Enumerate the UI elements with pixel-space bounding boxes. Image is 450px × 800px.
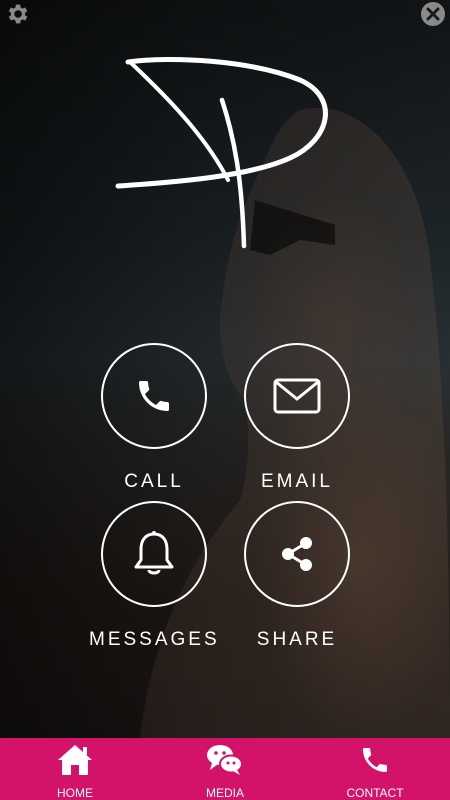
- envelope-icon: [273, 378, 321, 414]
- settings-button[interactable]: [0, 0, 34, 28]
- tab-contact[interactable]: CONTACT: [300, 738, 450, 800]
- tab-home-label: HOME: [57, 786, 93, 800]
- email-action[interactable]: EMAIL: [232, 343, 362, 493]
- share-button[interactable]: [244, 501, 350, 607]
- tab-contact-label: CONTACT: [346, 786, 404, 800]
- phone-icon: [139, 381, 169, 411]
- email-label: EMAIL: [260, 471, 334, 492]
- tab-media-label: MEDIA: [205, 786, 244, 800]
- brand-logo: [115, 56, 328, 249]
- messages-action[interactable]: MESSAGES: [89, 501, 219, 651]
- chat-bubbles-icon: [207, 745, 243, 775]
- bell-icon: [134, 531, 174, 575]
- bottom-tab-bar: HOME MEDIA CONTACT: [0, 738, 450, 800]
- call-action[interactable]: CALL: [89, 343, 219, 493]
- call-label: CALL: [124, 471, 184, 492]
- close-icon: [421, 2, 445, 26]
- email-button[interactable]: [244, 343, 350, 449]
- messages-label: MESSAGES: [89, 629, 220, 650]
- tab-home[interactable]: HOME: [0, 738, 150, 800]
- close-button[interactable]: [416, 0, 450, 28]
- share-icon: [282, 537, 312, 571]
- call-button[interactable]: [101, 343, 207, 449]
- messages-button[interactable]: [101, 501, 207, 607]
- phone-icon: [363, 748, 387, 772]
- tab-media[interactable]: MEDIA: [150, 738, 300, 800]
- share-label: SHARE: [256, 629, 338, 650]
- gear-icon: [8, 4, 28, 24]
- share-action[interactable]: SHARE: [232, 501, 362, 651]
- home-icon: [58, 745, 92, 775]
